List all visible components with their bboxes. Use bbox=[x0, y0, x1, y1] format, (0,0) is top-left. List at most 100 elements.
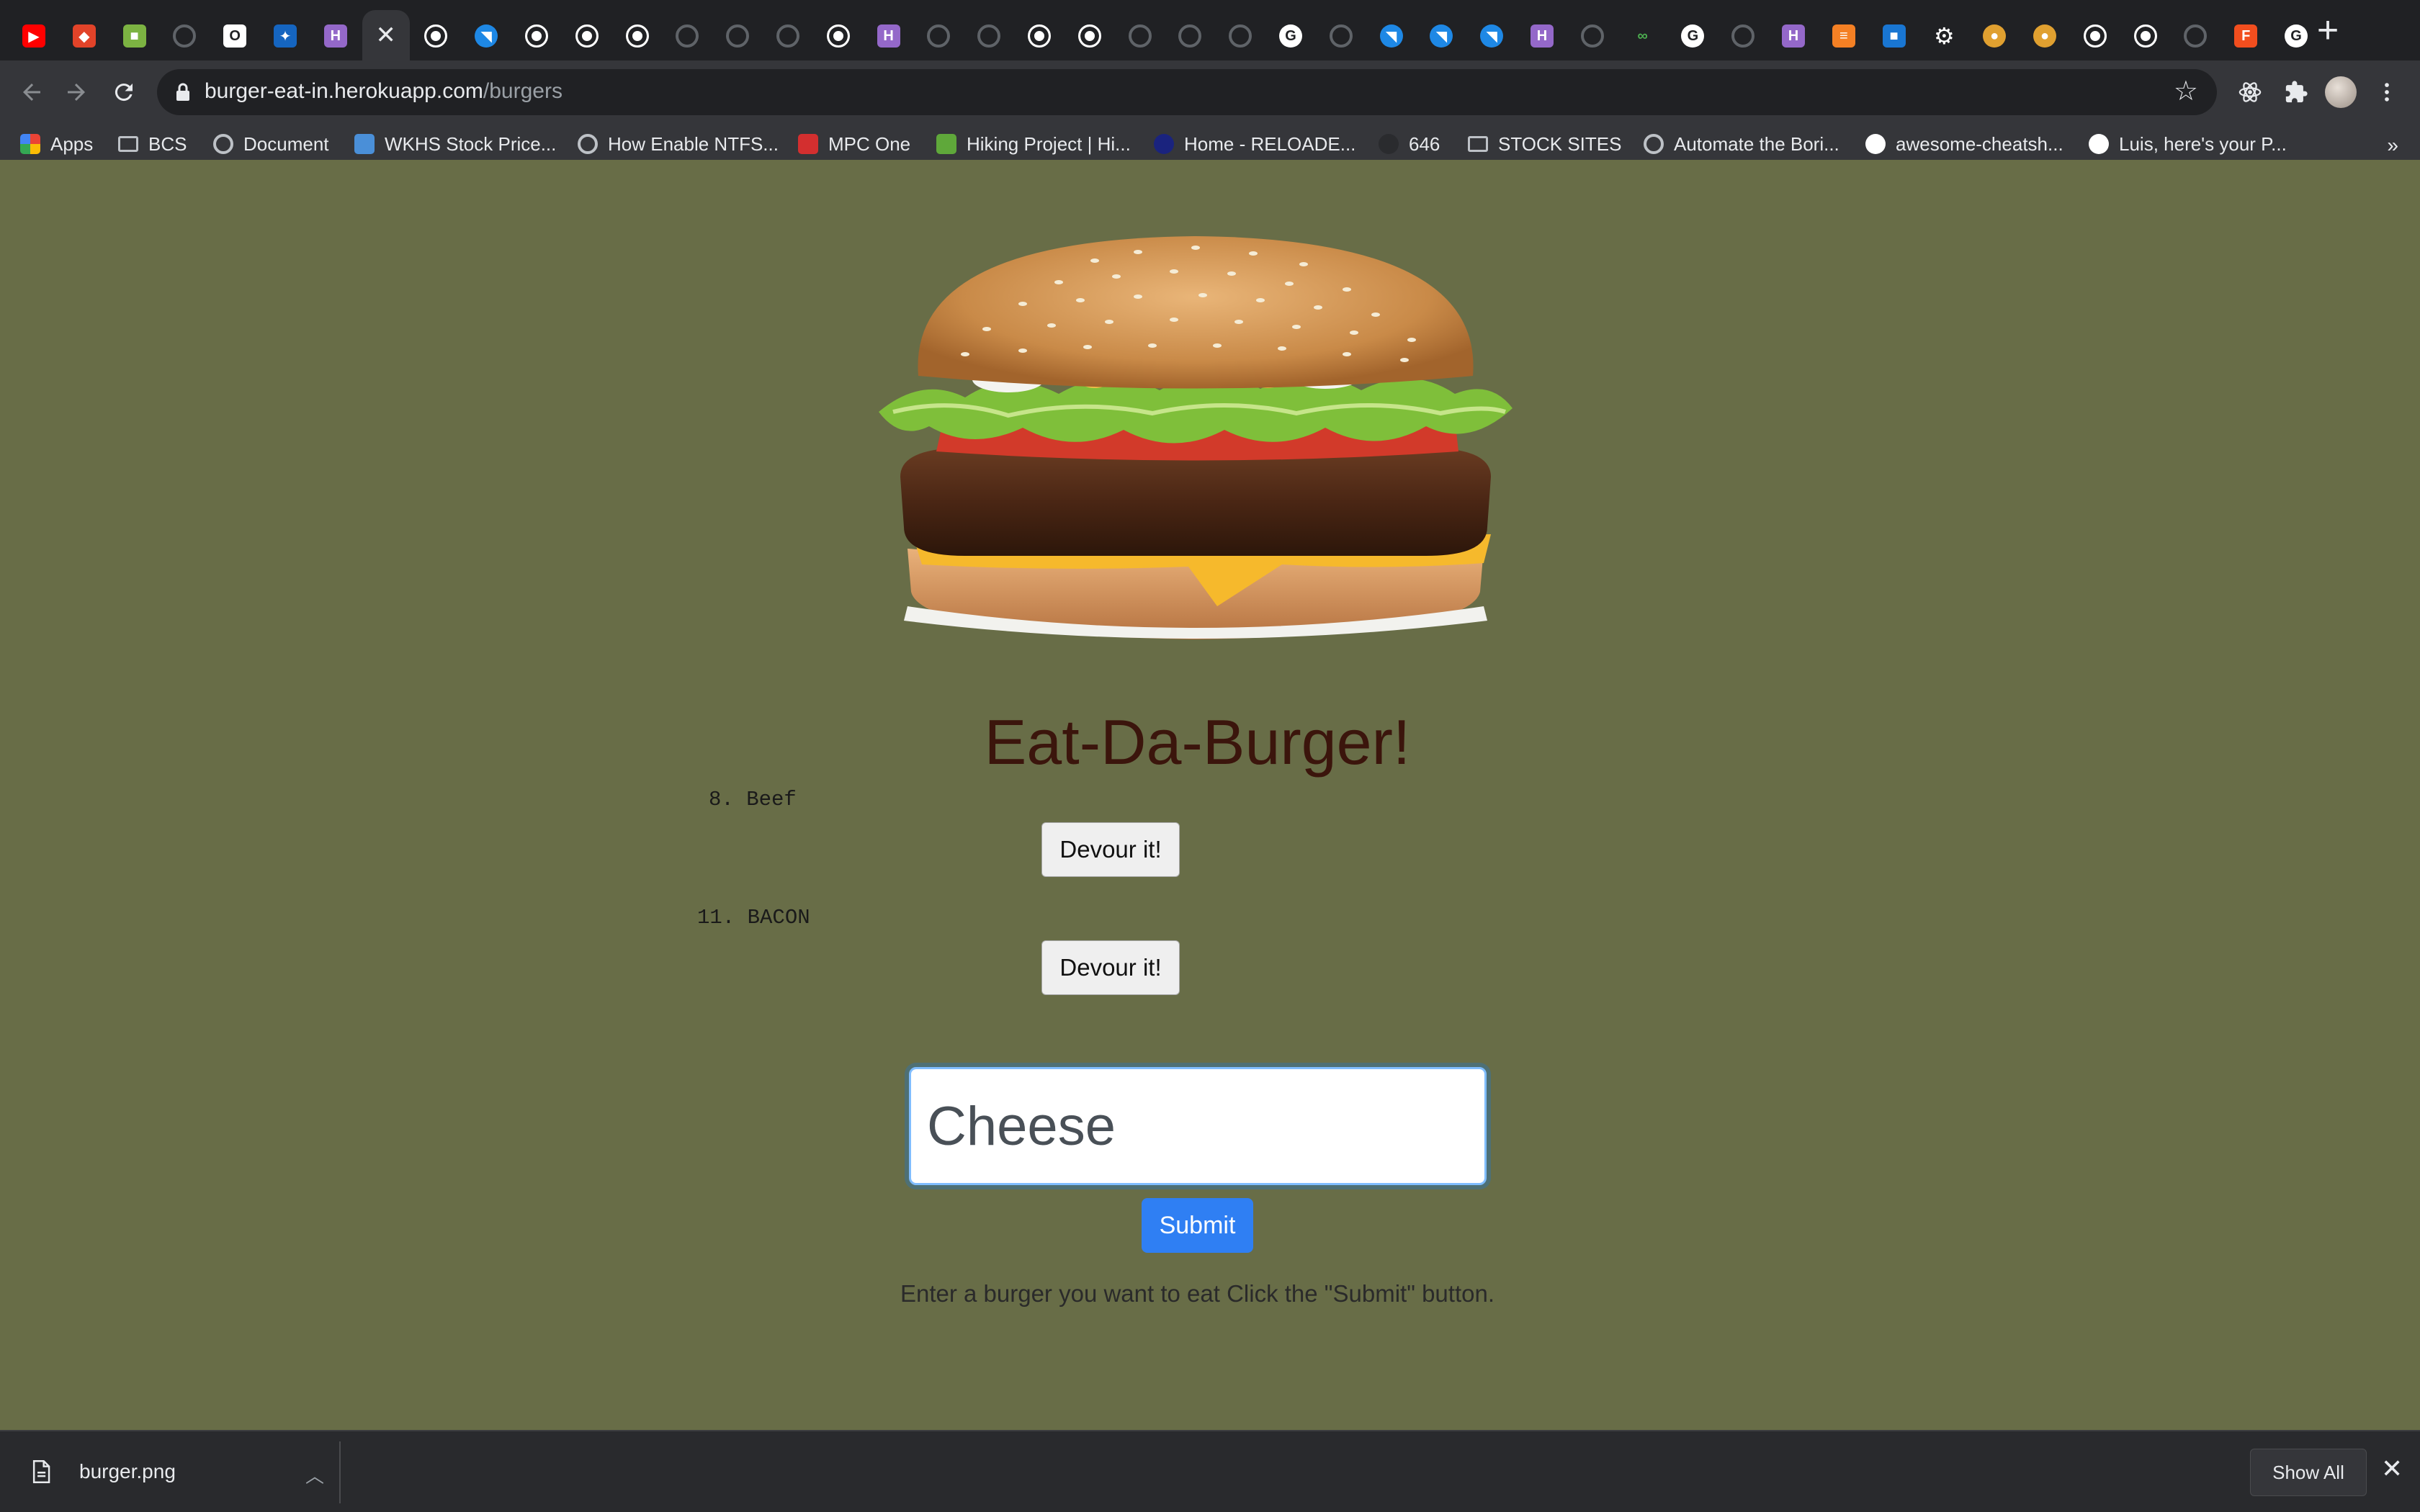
browser-tab[interactable]: G bbox=[1267, 12, 1314, 60]
browser-tab[interactable] bbox=[1317, 12, 1365, 60]
burger-name-input[interactable] bbox=[909, 1067, 1487, 1185]
address-bar[interactable]: burger-eat-in.herokuapp.com/burgers ☆ bbox=[157, 69, 2217, 115]
browser-tab[interactable]: ✕ bbox=[362, 10, 410, 60]
back-button[interactable] bbox=[10, 71, 53, 114]
browser-tab[interactable] bbox=[513, 12, 560, 60]
bookmark-item[interactable]: Automate the Bori... bbox=[1644, 130, 1839, 158]
forward-arrow-icon bbox=[68, 84, 85, 101]
browser-tab[interactable]: ● bbox=[2021, 12, 2069, 60]
bookmarks-overflow-button[interactable]: » bbox=[2387, 134, 2398, 157]
bookmark-item[interactable]: Apps bbox=[20, 130, 93, 158]
browser-tab[interactable] bbox=[1719, 12, 1767, 60]
browser-tab[interactable]: ■ bbox=[1870, 12, 1918, 60]
submit-button[interactable]: Submit bbox=[1142, 1198, 1253, 1253]
browser-tab[interactable] bbox=[1116, 12, 1164, 60]
browser-tab[interactable] bbox=[2071, 12, 2119, 60]
burger-icon: ● bbox=[1983, 24, 2007, 48]
profile-avatar[interactable] bbox=[2321, 72, 2361, 112]
browser-tab[interactable] bbox=[1166, 12, 1214, 60]
show-all-button[interactable]: Show All bbox=[2250, 1449, 2367, 1496]
bookmark-item[interactable]: BCS bbox=[118, 130, 187, 158]
browser-tab[interactable] bbox=[161, 12, 208, 60]
bookmark-item[interactable]: MPC One bbox=[798, 130, 910, 158]
browser-tab[interactable] bbox=[764, 12, 812, 60]
browser-tab[interactable] bbox=[563, 12, 611, 60]
browser-tab[interactable] bbox=[1066, 12, 1113, 60]
bookmark-item[interactable]: How Enable NTFS... bbox=[578, 130, 779, 158]
bookmark-star-icon[interactable]: ☆ bbox=[2174, 78, 2198, 105]
extensions-puzzle-icon[interactable] bbox=[2276, 72, 2316, 112]
browser-tab[interactable]: F bbox=[2222, 12, 2269, 60]
burger-number: 8. bbox=[709, 788, 734, 811]
close-icon[interactable]: ✕ bbox=[375, 23, 396, 48]
figma-icon: F bbox=[2234, 24, 2258, 48]
browser-tab[interactable]: H bbox=[1770, 12, 1817, 60]
devour-button[interactable]: Devour it! bbox=[1041, 940, 1180, 995]
browser-tab[interactable] bbox=[815, 12, 862, 60]
new-tab-button[interactable]: + bbox=[2312, 12, 2344, 49]
devour-button[interactable]: Devour it! bbox=[1041, 822, 1180, 877]
globe-icon bbox=[173, 24, 197, 48]
browser-tab[interactable] bbox=[1216, 12, 1264, 60]
browser-tab[interactable]: ◥ bbox=[1468, 12, 1515, 60]
browser-tab[interactable]: ≡ bbox=[1820, 12, 1868, 60]
browser-tab[interactable] bbox=[915, 12, 962, 60]
bookmark-item[interactable]: STOCK SITES bbox=[1468, 130, 1621, 158]
bookmark-label: Hiking Project | Hi... bbox=[967, 132, 1131, 155]
browser-tab[interactable]: ◥ bbox=[1368, 12, 1415, 60]
browser-tab[interactable]: ▶ bbox=[10, 12, 58, 60]
browser-tab[interactable] bbox=[2122, 12, 2169, 60]
bookmark-label: How Enable NTFS... bbox=[608, 132, 779, 155]
blue-square-icon: ✦ bbox=[274, 24, 297, 48]
chevron-up-icon[interactable]: ︿ bbox=[305, 1462, 324, 1488]
browser-tab[interactable]: G bbox=[1669, 12, 1716, 60]
browser-menu-icon[interactable] bbox=[2367, 72, 2407, 112]
browser-tab[interactable]: ✦ bbox=[261, 12, 309, 60]
bookmark-item[interactable]: Luis, here's your P... bbox=[2089, 130, 2287, 158]
download-shelf: burger.png ︿ Show All ✕ bbox=[0, 1430, 2420, 1512]
browser-tab[interactable]: H bbox=[865, 12, 913, 60]
burger-number: 11. bbox=[697, 906, 735, 930]
browser-tab[interactable]: ⚙ bbox=[1920, 12, 1968, 60]
bookmark-item[interactable]: Hiking Project | Hi... bbox=[936, 130, 1131, 158]
browser-tab[interactable]: ■ bbox=[111, 12, 158, 60]
bookmark-item[interactable]: awesome-cheatsh... bbox=[1865, 130, 2063, 158]
dark-circle-icon bbox=[1379, 134, 1399, 154]
close-icon[interactable]: ✕ bbox=[2381, 1456, 2403, 1482]
browser-tab[interactable] bbox=[1016, 12, 1063, 60]
globe-icon bbox=[676, 24, 699, 48]
browser-tab[interactable] bbox=[714, 12, 761, 60]
forward-button[interactable] bbox=[55, 71, 98, 114]
browser-tab[interactable] bbox=[663, 12, 711, 60]
bookmark-label: Home - RELOADE... bbox=[1184, 132, 1356, 155]
browser-tab[interactable] bbox=[2172, 12, 2219, 60]
globe-icon bbox=[1329, 24, 1353, 48]
react-devtools-icon[interactable] bbox=[2230, 72, 2270, 112]
browser-tab[interactable]: ◥ bbox=[1417, 12, 1465, 60]
google-icon bbox=[2089, 134, 2109, 154]
browser-tab[interactable]: H bbox=[312, 12, 359, 60]
globe-icon bbox=[726, 24, 750, 48]
download-item[interactable]: burger.png ︿ bbox=[22, 1444, 324, 1499]
browser-tab[interactable]: ∞ bbox=[1619, 12, 1667, 60]
browser-tab[interactable] bbox=[614, 12, 661, 60]
cube-icon: ■ bbox=[1882, 24, 1906, 48]
github-icon bbox=[1865, 134, 1886, 154]
google-icon: G bbox=[1279, 24, 1302, 48]
browser-tab[interactable]: ◆ bbox=[60, 12, 108, 60]
browser-toolbar: burger-eat-in.herokuapp.com/burgers ☆ » … bbox=[0, 60, 2420, 171]
browser-tab[interactable]: H bbox=[1518, 12, 1566, 60]
browser-tab[interactable]: O bbox=[211, 12, 259, 60]
browser-tab[interactable]: ◥ bbox=[462, 12, 510, 60]
reload-button[interactable] bbox=[102, 71, 145, 114]
bookmark-item[interactable]: WKHS Stock Price... bbox=[354, 130, 556, 158]
browser-tab[interactable] bbox=[965, 12, 1013, 60]
bookmark-item[interactable]: Document bbox=[213, 130, 329, 158]
browser-tab[interactable]: ● bbox=[1971, 12, 2018, 60]
browser-tab[interactable] bbox=[1569, 12, 1616, 60]
burger-name: Beef bbox=[746, 788, 797, 811]
bookmark-item[interactable]: Home - RELOADE... bbox=[1154, 130, 1355, 158]
bookmark-item[interactable]: 646 bbox=[1379, 130, 1440, 158]
globe-icon bbox=[776, 24, 799, 48]
browser-tab[interactable] bbox=[412, 12, 460, 60]
